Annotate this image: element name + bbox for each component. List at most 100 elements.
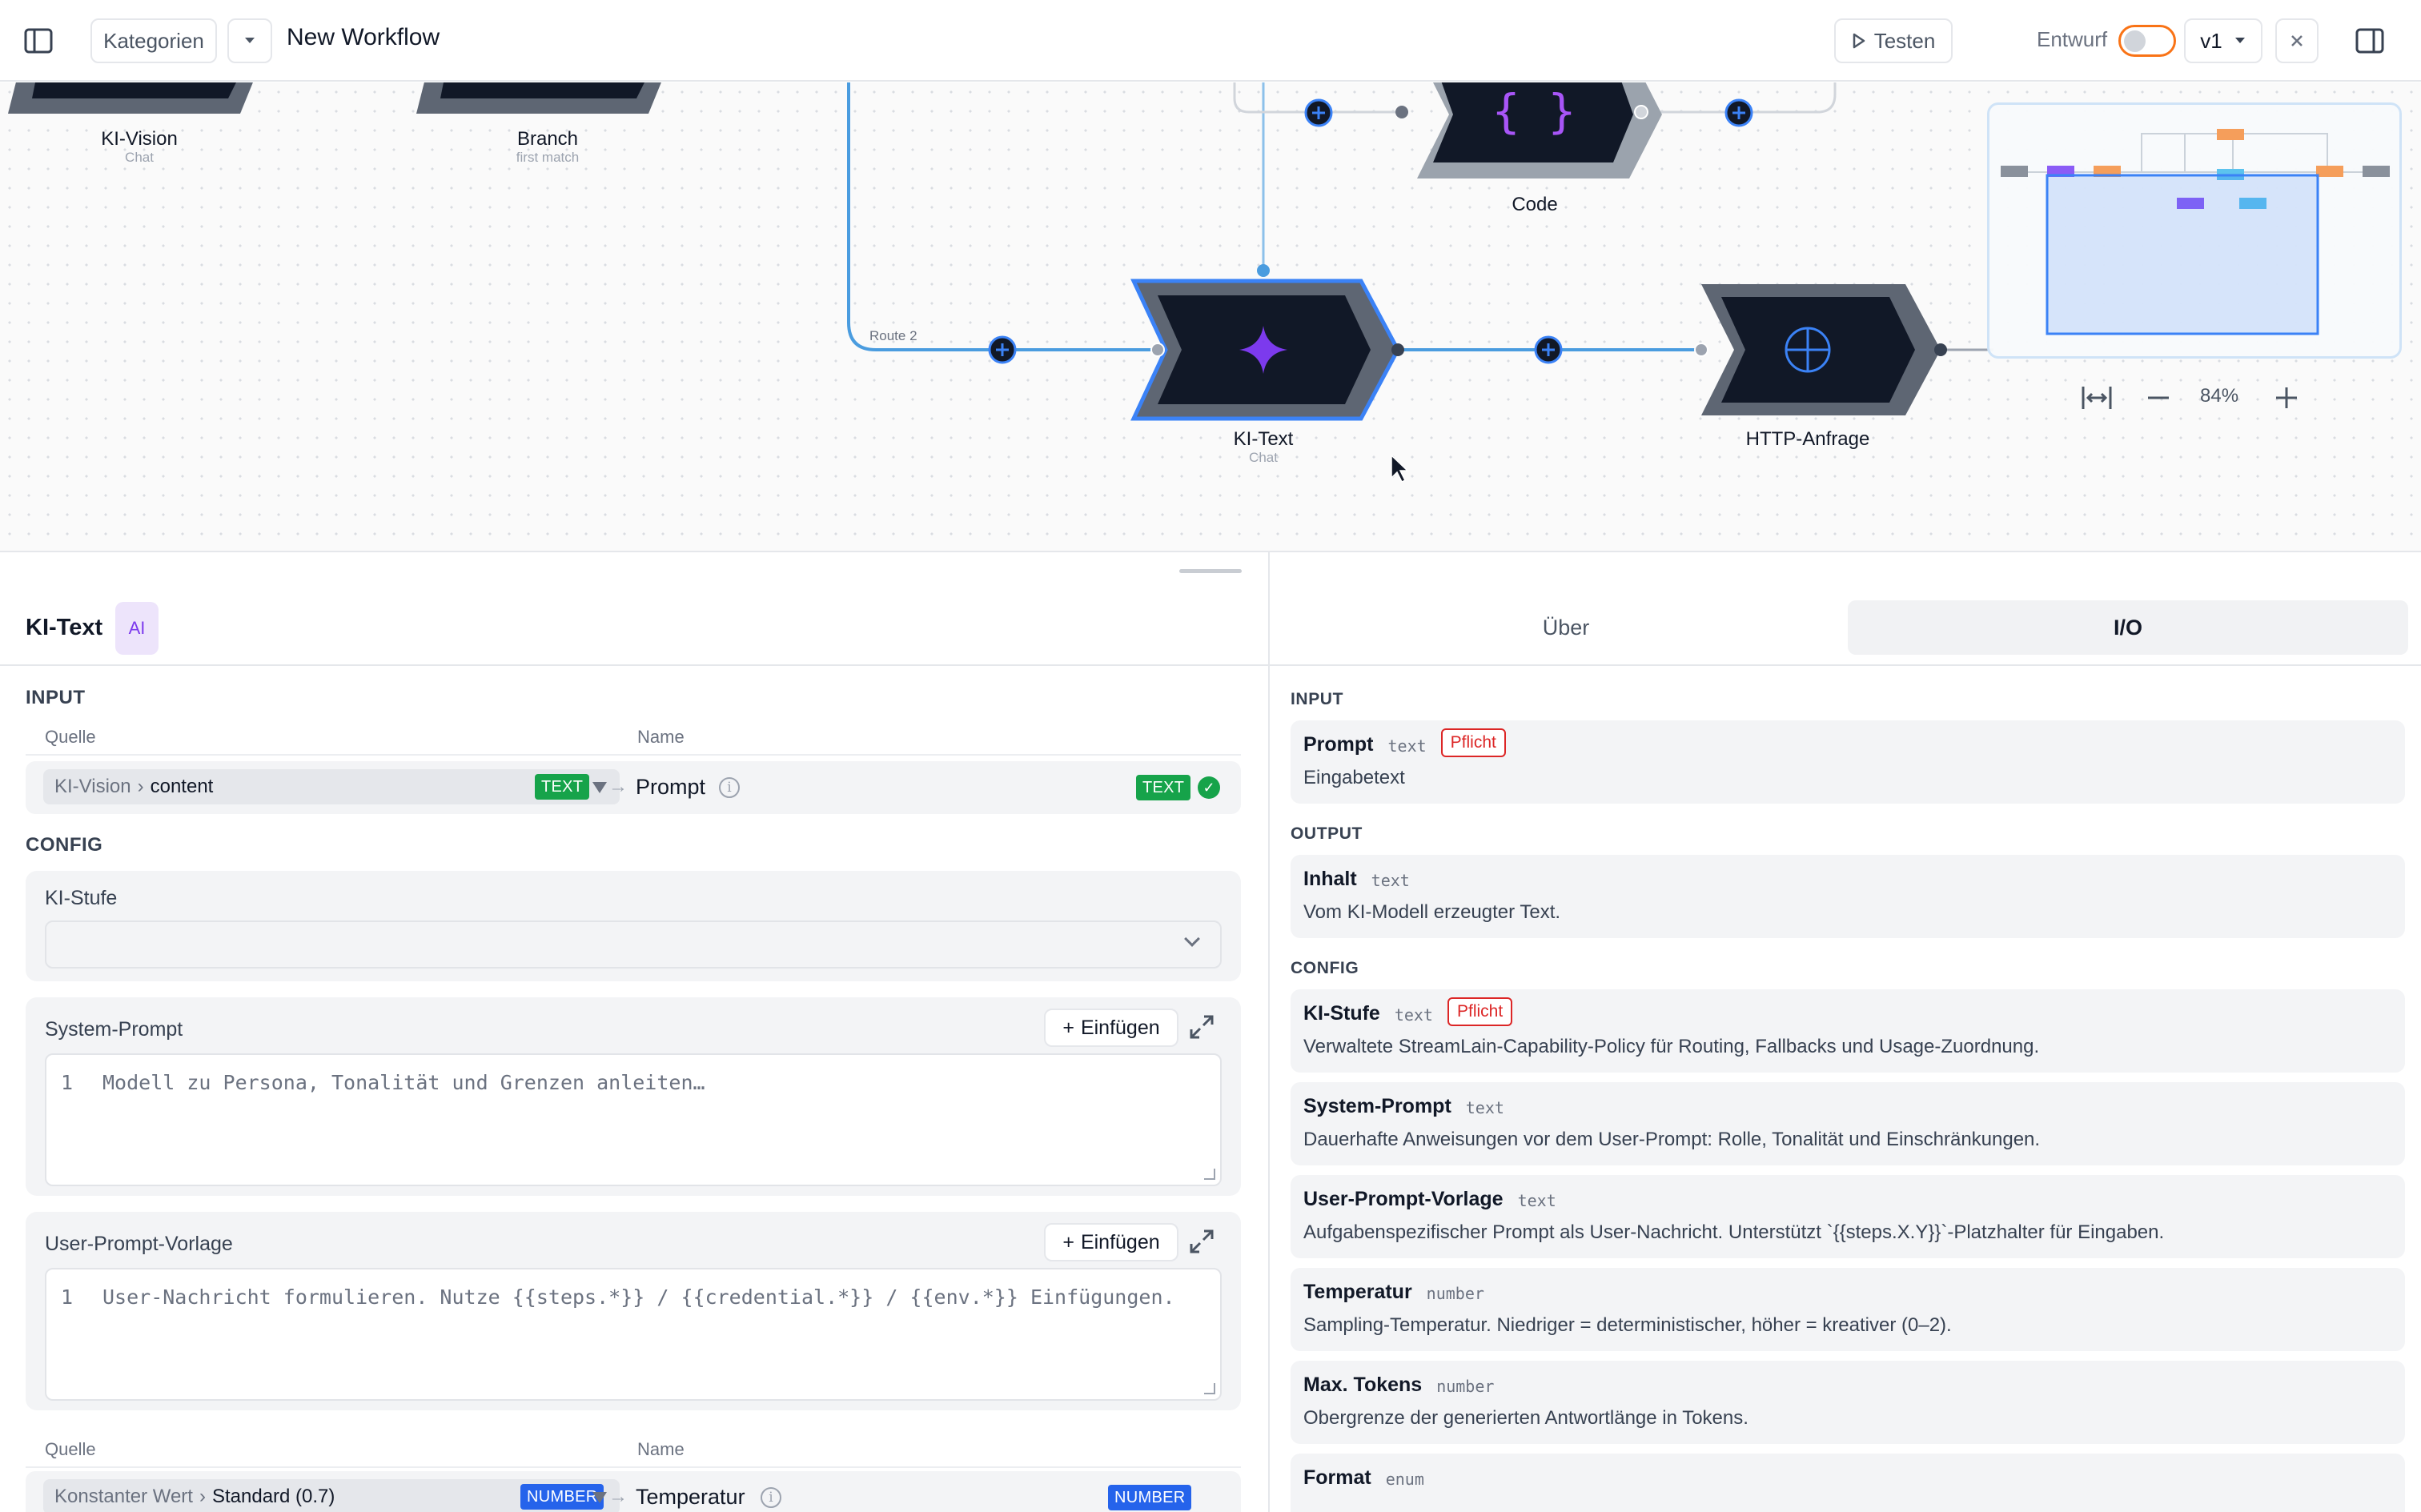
insert-label: Einfügen — [1080, 1016, 1160, 1039]
input-field-name: Prompt — [1303, 733, 1374, 756]
node-ki-vision[interactable] — [8, 82, 256, 114]
config-field-item: Temperatur number Sampling-Temperatur. Nie… — [1291, 1268, 2405, 1351]
io-section-heading: OUTPUT — [1291, 824, 1363, 843]
step-info-panel: Über I/O INPUT Prompt text Pflicht Eingabete… — [1270, 552, 2421, 1512]
line-number: 1 — [61, 1071, 74, 1094]
config-section-heading: CONFIG — [26, 834, 103, 856]
node-label: KI-Text — [1233, 428, 1294, 450]
node-label: HTTP-Anfrage — [1745, 428, 1870, 450]
add-step-icon[interactable] — [988, 335, 1017, 364]
node-sublabel: Chat — [1249, 450, 1278, 465]
chevron-down-icon — [245, 38, 255, 43]
arrow-right-icon: → — [608, 776, 628, 797]
divider — [26, 1466, 1241, 1468]
publish-toggle[interactable] — [2118, 25, 2176, 57]
target-name: Temperatur — [636, 1485, 745, 1509]
source-select[interactable]: KI-Vision › content TEXT — [43, 769, 620, 804]
line-number: 1 — [61, 1285, 74, 1309]
toggle-inspector-button[interactable] — [2354, 26, 2386, 56]
node-label: KI-Vision — [101, 128, 178, 150]
minimap[interactable] — [1987, 102, 2402, 359]
workflow-title[interactable]: New Workflow — [287, 24, 440, 51]
config-field-name: System-Prompt — [1303, 1095, 1451, 1117]
add-step-icon[interactable] — [1534, 335, 1563, 364]
minimap-graph — [2001, 129, 2390, 335]
categories-dropdown-button[interactable] — [227, 18, 272, 63]
tab-about[interactable]: Über — [1289, 600, 1843, 655]
user-prompt-card: User-Prompt-Vorlage + Einfügen 1 User-Na… — [26, 1212, 1241, 1410]
edge-route-2 — [847, 82, 1158, 351]
system-prompt-placeholder: Modell zu Persona, Tonalität und Grenzen… — [102, 1071, 705, 1094]
name-column-header: Name — [637, 727, 685, 747]
minus-icon — [2148, 396, 2169, 399]
tab-io[interactable]: I/O — [1848, 600, 2408, 655]
config-field-description: Dauerhafte Anweisungen vor dem User-Prom… — [1303, 1129, 2041, 1150]
node-http-anfrage[interactable] — [1701, 284, 1941, 415]
workflow-canvas[interactable]: { } KI-Vision Chat Branch first match Co… — [0, 82, 2421, 551]
input-section-heading: INPUT — [26, 687, 86, 708]
divider — [0, 664, 1268, 666]
ki-stufe-select[interactable] — [45, 920, 1222, 969]
categories-button[interactable]: Kategorien — [90, 18, 217, 63]
ki-stufe-card: KI-Stufe — [26, 871, 1241, 981]
io-section-heading: CONFIG — [1291, 959, 1359, 977]
toggle-sidebar-button[interactable] — [22, 26, 54, 56]
config-field-description: Sampling-Temperatur. Niedriger = determi… — [1303, 1314, 1952, 1336]
expand-button[interactable] — [1188, 1013, 1217, 1042]
node-code[interactable]: { } — [1417, 82, 1662, 178]
node-ki-text[interactable] — [1130, 279, 1400, 421]
expand-button[interactable] — [1188, 1228, 1217, 1257]
input-mapping-row: KI-Vision › content TEXT → Prompt i TEXT… — [26, 761, 1241, 814]
insert-button[interactable]: + Einfügen — [1044, 1009, 1178, 1047]
node-label: Code — [1512, 194, 1558, 215]
system-prompt-card: System-Prompt + Einfügen 1 Modell zu Per… — [26, 997, 1241, 1196]
config-field-item: Max. Tokens number Obergrenze der generier… — [1291, 1361, 2405, 1444]
user-prompt-placeholder: User-Nachricht formulieren. Nutze {{step… — [102, 1285, 1175, 1309]
mouse-cursor-icon — [1391, 454, 1409, 483]
sidebar-right-icon — [2355, 28, 2384, 54]
config-field-type: enum — [1385, 1470, 1424, 1489]
info-icon[interactable]: i — [719, 777, 740, 798]
target-type-badge: NUMBER — [1108, 1485, 1192, 1510]
info-icon[interactable]: i — [761, 1487, 781, 1508]
step-config-panel: KI-Text AI INPUT Quelle Name KI-Vision ›… — [0, 552, 1268, 1512]
config-field-type: text — [1517, 1191, 1556, 1210]
workflow-editor: Kategorien New Workflow Testen Entwurf v… — [0, 0, 2421, 1512]
zoom-out-button[interactable] — [2142, 382, 2174, 414]
top-bar: Kategorien New Workflow Testen Entwurf v… — [0, 0, 2421, 82]
plus-icon: + — [1062, 1016, 1074, 1039]
source-select[interactable]: Konstanter Wert › Standard (0.7) NUMBER — [43, 1479, 620, 1512]
version-select[interactable]: v1 — [2184, 18, 2262, 63]
zoom-in-button[interactable] — [2270, 382, 2303, 414]
status-label: Entwurf — [2037, 27, 2108, 51]
chevron-down-icon — [1184, 931, 1200, 947]
minimap-viewport — [2046, 174, 2319, 335]
output-field-description: Vom KI-Modell erzeugter Text. — [1303, 901, 1561, 923]
insert-button[interactable]: + Einfügen — [1044, 1223, 1178, 1261]
step-title: KI-Text — [26, 615, 103, 640]
fit-view-button[interactable] — [2080, 382, 2114, 414]
divider — [1270, 664, 2421, 666]
config-field-type: text — [1465, 1098, 1504, 1117]
user-prompt-editor[interactable]: 1 User-Nachricht formulieren. Nutze {{st… — [45, 1268, 1222, 1401]
close-button[interactable] — [2275, 18, 2319, 63]
source-type-badge: TEXT — [535, 774, 590, 800]
resize-grip-icon[interactable] — [1204, 1383, 1215, 1394]
config-field-name: User-Prompt-Vorlage — [1303, 1188, 1504, 1210]
globe-icon — [1785, 327, 1831, 373]
add-step-icon[interactable] — [1724, 98, 1753, 127]
categories-label: Kategorien — [103, 28, 204, 53]
resize-grip-icon[interactable] — [1204, 1169, 1215, 1180]
system-prompt-editor[interactable]: 1 Modell zu Persona, Tonalität und Grenz… — [45, 1053, 1222, 1186]
required-badge: Pflicht — [1440, 728, 1506, 757]
add-step-icon[interactable] — [1304, 98, 1333, 127]
output-field-item: Inhalt text Vom KI-Modell erzeugter Text. — [1291, 855, 2405, 938]
source-step: KI-Vision — [54, 776, 131, 797]
input-field-item: Prompt text Pflicht Eingabetext — [1291, 720, 2405, 804]
test-button[interactable]: Testen — [1834, 18, 1953, 63]
source-column-header: Quelle — [45, 1439, 96, 1459]
fit-width-icon — [2082, 387, 2112, 409]
input-field-description: Eingabetext — [1303, 767, 1405, 788]
caret-down-icon — [592, 782, 607, 793]
node-branch[interactable] — [416, 82, 664, 114]
